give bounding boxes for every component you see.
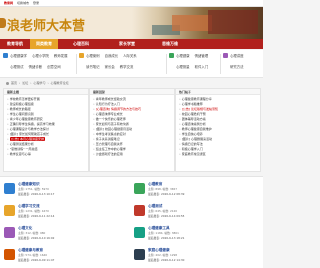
sub-nav: 心理健康学 心理小学院 教师发展 心理测试 情绪诊断 创意空间 心理案例 自我成长 人际关系 读书…: [0, 50, 263, 78]
subnav-group: 心理讲座 研究方法: [230, 53, 244, 75]
top-bar: 教育网 切换城市 登录: [0, 0, 263, 7]
nav-item-3[interactable]: 家长学堂: [104, 39, 150, 49]
divider: [220, 54, 221, 74]
forum-section[interactable]: 心理测试 主题: 645, 帖数: 2120 最后发表: 2020-6-14 09:…: [134, 203, 254, 223]
subnav-link[interactable]: 心理健康: [176, 53, 190, 58]
forum-icon: [134, 205, 145, 216]
subnav-link[interactable]: 家长会: [105, 64, 115, 69]
subnav-link[interactable]: 心理健康学: [10, 53, 27, 58]
subnav-link[interactable]: 情绪管理: [195, 53, 209, 58]
breadcrumb-separator: ›: [47, 81, 49, 85]
banner-image: [132, 7, 263, 39]
site-banner: 浪老师大本营: [0, 7, 263, 39]
breadcrumb-item[interactable]: 首页: [11, 81, 17, 85]
subnav-link[interactable]: 心理讲座: [230, 53, 244, 58]
subnav-link[interactable]: 人际关系: [123, 53, 137, 58]
subnav-group-icon: [79, 53, 84, 58]
forum-icon: [4, 205, 15, 216]
forum-stats: 主题: 402, 帖数: 1298: [148, 253, 178, 257]
brand-link[interactable]: 教育网: [4, 1, 13, 5]
forum-stats: 主题: 574, 帖数: 1640: [18, 253, 48, 257]
subnav-link[interactable]: 软件入门: [195, 64, 209, 69]
nav-item-4[interactable]: 思维万维: [150, 39, 190, 49]
forum-latest[interactable]: 最后发表: 2020-6-12 08:39: [148, 192, 184, 196]
subnav-link[interactable]: 心理测量: [176, 64, 190, 69]
forum-stats: 主题: 645, 帖数: 2120: [148, 209, 178, 213]
breadcrumb-item[interactable]: 论坛: [22, 81, 28, 85]
subnav-group-icon: [169, 53, 174, 58]
subnav-link[interactable]: 研究方法: [230, 64, 244, 69]
forum-section[interactable]: 心理文化 主题: 312, 帖数: 980 最后发表: 2020-6-10 16:0…: [4, 225, 124, 245]
login-link[interactable]: 登录: [33, 1, 39, 5]
logo-icon: [0, 18, 6, 28]
subnav-group-icon: [223, 53, 228, 58]
forum-stats: 主题: 898, 帖数: 3657: [148, 187, 178, 191]
forum-section-list: 心理健康知识 主题: 1751, 帖数: 5970 最后发表: 2020-6-13 …: [0, 176, 263, 268]
forum-section[interactable]: 心理健康知识 主题: 1751, 帖数: 5970 最后发表: 2020-6-13 …: [4, 181, 124, 201]
forum-stats: 主题: 1231, 帖数: 4470: [18, 209, 49, 213]
post-panel: 最新主题学校教育怎样更好开展建设积极心理班级教师成长的路径学生心理问题识别青少年…: [3, 88, 89, 172]
subnav-link[interactable]: 教师发展: [54, 53, 68, 58]
forum-icon: [4, 183, 15, 194]
subnav-link[interactable]: 心理案例: [86, 53, 100, 58]
forum-latest[interactable]: 最后发表: 2020-6-10 16:02: [18, 236, 54, 240]
subnav-link[interactable]: 教学交流: [120, 64, 134, 69]
breadcrumb-separator: ›: [30, 81, 32, 85]
post-panel: 热门帖子心理健康教育课程分享心理学书籍推荐[公告] 论坛版规与发帖须知校园心理危…: [175, 88, 261, 172]
forum-icon: [134, 249, 145, 260]
main-nav: 教育导航 同类教育 心理百科 家长学堂 思维万维: [0, 39, 263, 49]
subnav-link[interactable]: 心理小学院: [32, 53, 49, 58]
forum-latest[interactable]: 最后发表: 2020-6-11 22:14: [18, 214, 54, 218]
subnav-group: 心理健康 情绪管理心理测量 软件入门: [176, 53, 208, 75]
divider: [166, 54, 167, 74]
post-panel: 最新回复青年教师成长经验交流认知行为疗法入门[心理咨询] 情绪调节的方法与技巧心…: [89, 88, 175, 172]
site-title[interactable]: 浪老师大本营: [7, 15, 85, 34]
forum-icon: [134, 227, 145, 238]
forum-section[interactable]: 心理学习交流 主题: 1231, 帖数: 4470 最后发表: 2020-6-11 …: [4, 203, 124, 223]
forum-latest[interactable]: 最后发表: 2020-6-13 10:17: [18, 192, 54, 196]
subnav-link[interactable]: 心理测试: [10, 64, 24, 69]
subnav-link[interactable]: 自我成长: [105, 53, 119, 58]
forum-latest[interactable]: 最后发表: 2020-6-09 11:47: [18, 258, 54, 262]
home-icon[interactable]: [6, 81, 9, 85]
forum-latest[interactable]: 最后发表: 2020-6-13 18:21: [148, 236, 184, 240]
subnav-link[interactable]: 情绪诊断: [29, 64, 43, 69]
subnav-group-icon: [3, 53, 8, 58]
breadcrumb-item[interactable]: 心理教育论坛: [51, 81, 69, 85]
forum-latest[interactable]: 最后发表: 2020-6-14 09:55: [148, 214, 184, 218]
subnav-link[interactable]: 创意空间: [47, 64, 61, 69]
forum-icon: [4, 249, 15, 260]
subnav-link[interactable]: 读书笔记: [86, 64, 100, 69]
forum-section[interactable]: 家庭心理健康 主题: 402, 帖数: 1298 最后发表: 2020-6-12 1…: [134, 247, 254, 267]
post-link[interactable]: 教学反思与心得: [7, 152, 85, 157]
forum-stats: 主题: 1184, 帖数: 3861: [148, 231, 179, 235]
forum-stats: 主题: 1751, 帖数: 5970: [18, 187, 49, 191]
subnav-group: 心理案例 自我成长 人际关系读书笔记 家长会 教学交流: [86, 53, 137, 75]
nav-item-2[interactable]: 心理百科: [58, 39, 104, 49]
forum-stats: 主题: 312, 帖数: 980: [18, 231, 46, 235]
breadcrumb-separator: ›: [19, 81, 21, 85]
forum-latest[interactable]: 最后发表: 2020-6-12 14:30: [148, 258, 184, 262]
forum-icon: [4, 227, 15, 238]
forum-icon: [134, 183, 145, 194]
post-link[interactable]: 沙盘游戏疗法的应用: [93, 152, 171, 157]
post-link[interactable]: 家庭教育常见误区: [179, 152, 257, 157]
breadcrumb-item[interactable]: 心理学习: [33, 81, 45, 85]
subnav-group: 心理健康学 心理小学院 教师发展心理测试 情绪诊断 创意空间: [10, 53, 67, 75]
nav-item-0[interactable]: 教育导航: [0, 39, 30, 49]
forum-section[interactable]: 心理健康工具 主题: 1184, 帖数: 3861 最后发表: 2020-6-13 …: [134, 225, 254, 245]
breadcrumb: 首页 › 论坛 › 心理学习 › 心理教育论坛: [6, 81, 69, 85]
divider: [76, 54, 77, 74]
forum-section[interactable]: 心理健康与教育 主题: 574, 帖数: 1640 最后发表: 2020-6-09 …: [4, 247, 124, 267]
switch-city-link[interactable]: 切换城市: [17, 1, 29, 5]
forum-section[interactable]: 心理教育 主题: 898, 帖数: 3657 最后发表: 2020-6-12 08:…: [134, 181, 254, 201]
nav-item-1[interactable]: 同类教育: [30, 39, 58, 49]
